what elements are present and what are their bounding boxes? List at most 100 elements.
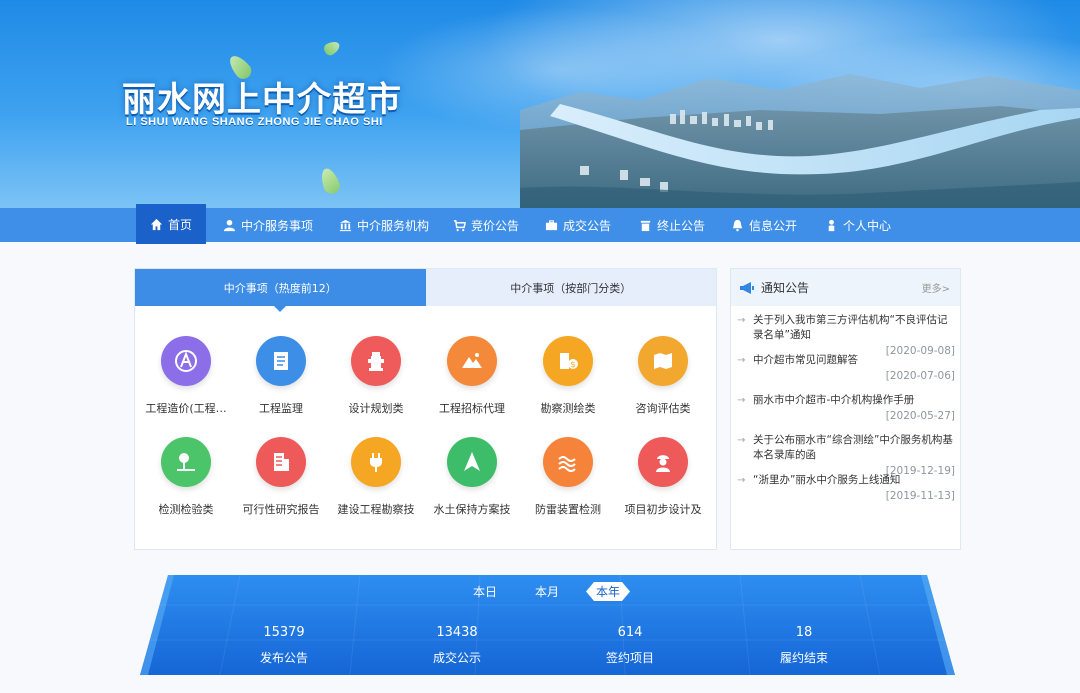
- nav-item-personal-center[interactable]: 个人中心: [825, 208, 891, 242]
- site-subtitle: LI SHUI WANG SHANG ZHONG JIE CHAO SHI: [126, 116, 383, 128]
- bell-icon: [732, 219, 743, 231]
- nav-item-label: 个人中心: [843, 218, 892, 233]
- notice-panel: 通知公告 更多> → 关于列入我市第三方评估机构“不良评估记录名单”通知 [20…: [730, 268, 961, 550]
- plug-icon: [370, 453, 382, 472]
- service-icon-circle: [634, 433, 692, 491]
- service-icon-circle: [252, 332, 310, 390]
- notice-date: [2020-07-06]: [885, 370, 955, 382]
- service-item[interactable]: 工程造价(工程…: [138, 332, 234, 426]
- notice-text: 中介超市常见问题解答: [753, 354, 858, 366]
- nav-item-bidding[interactable]: 竞价公告: [453, 208, 519, 242]
- notice-item[interactable]: → 丽水市中介超市-中介机构操作手册 [2020-05-27]: [737, 393, 955, 424]
- period-year[interactable]: 本年: [586, 582, 630, 601]
- nav-item-deals[interactable]: 成交公告: [545, 208, 611, 242]
- service-icon-circle: [443, 332, 501, 390]
- service-icon-circle: [157, 433, 215, 491]
- service-item[interactable]: 项目初步设计及: [615, 433, 711, 527]
- chevron-right-icon: →: [737, 355, 746, 366]
- service-item[interactable]: 工程监理: [233, 332, 329, 426]
- city-aerial-image: [520, 74, 1080, 208]
- person-icon: [828, 219, 835, 231]
- document-icon: [274, 352, 288, 370]
- building-money-icon: $: [560, 353, 578, 369]
- trash-icon: [640, 220, 651, 231]
- page: 丽水网上中介超市 LI SHUI WANG SHANG ZHONG JIE CH…: [0, 0, 1080, 693]
- service-icon-circle: [347, 433, 405, 491]
- hydrant-icon: [368, 352, 384, 371]
- notice-header: 通知公告 更多>: [731, 269, 960, 306]
- service-matters-panel: 中介事项（热度前12） 中介事项（按部门分类） 工程造价(工程… 工程监理 设计…: [134, 268, 717, 550]
- chevron-right-icon: →: [737, 435, 746, 446]
- main-nav: 首页 中介服务事项 中介服务机构 竞价公告 成交公告 终止公告 信息公开 个人中…: [0, 204, 1080, 244]
- nav-item-label: 首页: [168, 217, 193, 232]
- service-label: 水土保持方案技: [433, 503, 511, 516]
- stat-value-completed: 18: [795, 625, 813, 640]
- service-item[interactable]: 工程招标代理: [424, 332, 520, 426]
- notice-text: “浙里办”丽水中介服务上线通知: [753, 474, 901, 486]
- notice-date: [2020-05-27]: [885, 410, 955, 422]
- service-icon-circle: [443, 433, 501, 491]
- stat-label-published: 发布公告: [259, 651, 308, 665]
- bank-icon: [339, 219, 352, 231]
- service-label: 咨询评估类: [635, 402, 691, 415]
- service-item[interactable]: 水土保持方案技: [424, 433, 520, 527]
- nav-item-service-agencies[interactable]: 中介服务机构: [339, 208, 429, 242]
- user-icon: [223, 219, 236, 231]
- service-item[interactable]: $ 勘察测绘类: [520, 332, 616, 426]
- service-label: 项目初步设计及: [624, 503, 702, 516]
- tab-by-department[interactable]: 中介事项（按部门分类）: [425, 269, 716, 306]
- site-title: 丽水网上中介超市: [122, 80, 402, 120]
- nav-item-label: 成交公告: [563, 218, 612, 233]
- worker-icon: [656, 455, 670, 472]
- stat-value-contracts: 614: [617, 625, 643, 640]
- service-item[interactable]: 咨询评估类: [615, 332, 711, 426]
- cart-icon: [453, 219, 466, 231]
- period-month[interactable]: 本月: [535, 583, 559, 600]
- service-icon-circle: [634, 332, 692, 390]
- service-icon-circle: [539, 433, 597, 491]
- notice-title: 通知公告: [761, 281, 810, 295]
- nav-item-label: 信息公开: [749, 218, 798, 233]
- briefcase-icon: [545, 219, 558, 230]
- chevron-right-icon: →: [737, 315, 746, 326]
- service-item[interactable]: 检测检验类: [138, 433, 234, 527]
- nav-item-disclosure[interactable]: 信息公开: [731, 208, 797, 242]
- service-label: 防雷装置检测: [535, 503, 601, 516]
- office-building-icon: [274, 453, 289, 471]
- tree-icon: [177, 453, 195, 471]
- stat-value-deals: 13438: [436, 625, 478, 640]
- service-icon-circle: [157, 332, 215, 390]
- nav-item-label: 中介服务事项: [241, 218, 314, 233]
- service-icon-circle: [347, 332, 405, 390]
- nav-item-terminated[interactable]: 终止公告: [639, 208, 705, 242]
- notice-item[interactable]: → “浙里办”丽水中介服务上线通知 [2019-11-13]: [737, 473, 955, 504]
- notice-text: 丽水市中介超市-中介机构操作手册: [753, 394, 915, 406]
- nav-item-service-matters[interactable]: 中介服务事项: [223, 208, 313, 242]
- tab-top12[interactable]: 中介事项（热度前12）: [135, 269, 426, 312]
- service-icon-circle: $: [539, 332, 597, 390]
- service-item[interactable]: 设计规划类: [328, 332, 424, 426]
- home-icon: [150, 218, 163, 230]
- stat-label-completed: 履约结束: [779, 651, 828, 665]
- tab-bar: 中介事项（热度前12） 中介事项（按部门分类）: [135, 269, 716, 312]
- period-today[interactable]: 本日: [473, 583, 497, 600]
- chevron-right-icon: →: [737, 475, 746, 486]
- nav-item-home[interactable]: 首页: [136, 204, 207, 244]
- notice-more-link[interactable]: 更多>: [922, 280, 950, 295]
- service-label: 检测检验类: [158, 503, 214, 516]
- service-icon-circle: [252, 433, 310, 491]
- notice-item[interactable]: → 中介超市常见问题解答 [2020-07-06]: [737, 353, 955, 384]
- chevron-right-icon: →: [737, 395, 746, 406]
- service-label: 工程造价(工程…: [145, 402, 227, 415]
- statistics-panel: 本日 本月 本年 15379 发布公告 13438 成交公示 614 签约项目 …: [140, 575, 955, 678]
- megaphone-icon: [740, 281, 754, 294]
- stat-label-deals: 成交公示: [432, 651, 481, 665]
- service-item[interactable]: 可行性研究报告: [233, 433, 329, 527]
- service-label: 可行性研究报告: [242, 503, 320, 516]
- service-item[interactable]: 防雷装置检测: [520, 433, 616, 527]
- mountain-icon: [462, 353, 482, 368]
- service-label: 勘察测绘类: [540, 402, 596, 415]
- service-item[interactable]: 建设工程勘察技: [328, 433, 424, 527]
- notice-text: 关于公布丽水市“综合测绘”中介服务机构基本名录库的函: [753, 434, 953, 461]
- nav-item-label: 终止公告: [657, 218, 706, 233]
